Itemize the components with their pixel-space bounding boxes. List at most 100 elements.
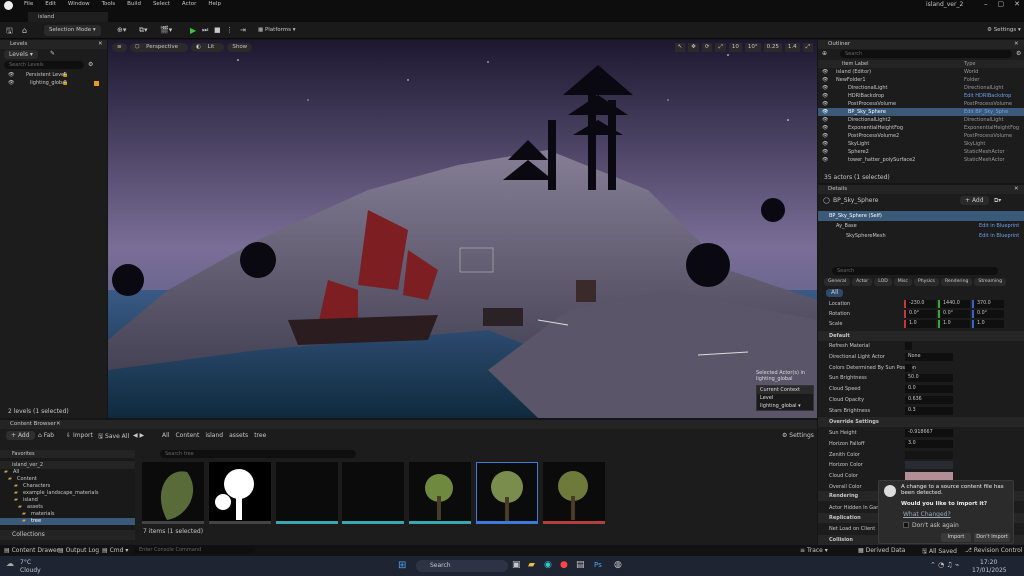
levels-dropdown[interactable]: Levels ▾ bbox=[4, 50, 38, 59]
camera-speed-value[interactable]: 1.4 bbox=[784, 43, 800, 52]
lock-icon[interactable]: 🔒 bbox=[62, 71, 68, 79]
menu-item[interactable]: Window bbox=[68, 1, 90, 7]
outliner-row[interactable]: 👁 HDRIBackdrop Edit HDRIBackdrop bbox=[818, 92, 1024, 100]
viewport-options-button[interactable]: ≡ bbox=[112, 43, 127, 52]
folder-tree-item[interactable]: ▰ tree bbox=[0, 518, 135, 525]
asset-thumbnail[interactable] bbox=[209, 462, 271, 524]
launch-icon[interactable]: ⇥ bbox=[240, 25, 246, 36]
task-view-icon[interactable]: ▣ bbox=[512, 560, 521, 570]
eye-icon[interactable]: 👁 bbox=[822, 116, 828, 124]
folder-tree-item[interactable]: ▰ materials bbox=[0, 511, 135, 518]
cinematics-icon[interactable]: 🎬▾ bbox=[160, 25, 172, 36]
level-viewport[interactable]: ≡ ⬡ Perspective ◐ Lit Show ↖ ✥ ⟳ ⤢ 10 10… bbox=[108, 40, 817, 418]
blueprint-icon[interactable]: ⧉▾ bbox=[139, 25, 148, 36]
what-changed-link[interactable]: What Changed? bbox=[903, 511, 951, 518]
transform-label[interactable]: Scale bbox=[829, 319, 842, 329]
folder-tree-item[interactable]: ▰ Characters bbox=[0, 483, 135, 490]
color-swatch[interactable] bbox=[905, 450, 953, 459]
grid-snap-value[interactable]: 10 bbox=[728, 43, 742, 52]
eye-icon[interactable]: 👁 bbox=[822, 156, 828, 164]
store-icon[interactable]: ▤ bbox=[576, 560, 585, 570]
chrome-icon[interactable]: ● bbox=[560, 560, 568, 570]
col-type[interactable]: Type bbox=[964, 60, 975, 68]
trace-button[interactable]: ≡ Trace ▾ bbox=[800, 547, 828, 554]
menu-item[interactable]: Select bbox=[153, 1, 170, 7]
settings-icon[interactable]: ⚙ bbox=[1016, 50, 1021, 57]
unreal-taskbar-icon[interactable]: ◍ bbox=[614, 560, 622, 570]
outliner-row[interactable]: 👁 DirectionalLight2 DirectionalLight bbox=[818, 116, 1024, 124]
asset-thumbnail[interactable] bbox=[409, 462, 471, 524]
folder-tree-item[interactable]: ▰ island bbox=[0, 497, 135, 504]
start-icon[interactable]: ⊞ bbox=[398, 560, 406, 571]
perspective-button[interactable]: ⬡ Perspective bbox=[129, 43, 189, 52]
dont-import-button[interactable]: Don't Import bbox=[974, 533, 1010, 542]
eye-icon[interactable]: 👁 bbox=[822, 100, 828, 108]
level-dropdown[interactable]: lighting_global ▾ bbox=[757, 402, 813, 410]
menu-item[interactable]: Help bbox=[208, 1, 221, 7]
menu-item[interactable]: Tools bbox=[102, 1, 116, 7]
prop-value-field[interactable]: None bbox=[905, 352, 953, 361]
component-row[interactable]: Ay_Base Edit in Blueprint bbox=[818, 221, 1024, 231]
weather-icon[interactable]: ☁ bbox=[6, 559, 14, 568]
play-icon[interactable]: ▶ bbox=[190, 25, 196, 36]
tab-island[interactable]: island bbox=[28, 12, 108, 22]
save-all-button[interactable]: 🖫 Save All bbox=[98, 432, 129, 442]
eye-icon[interactable]: 👁 bbox=[822, 148, 828, 156]
transform-x-field[interactable]: 1.0 bbox=[904, 320, 936, 328]
lit-button[interactable]: ◐ Lit bbox=[191, 43, 225, 52]
component-row[interactable]: SkySphereMesh Edit in Blueprint bbox=[818, 231, 1024, 241]
cmd-button[interactable]: ▤ Cmd ▾ bbox=[102, 547, 128, 554]
details-tab[interactable]: Physics bbox=[913, 278, 939, 286]
outliner-row[interactable]: 👁 PostProcessVolume PostProcessVolume bbox=[818, 100, 1024, 108]
edit-in-blueprint-link[interactable]: Edit in Blueprint bbox=[979, 221, 1019, 231]
level-color-swatch[interactable] bbox=[94, 81, 99, 86]
transform-label[interactable]: Location bbox=[829, 299, 850, 309]
selection-mode-button[interactable]: Selection Mode ▾ bbox=[44, 25, 101, 36]
minimize-icon[interactable]: – bbox=[984, 0, 988, 8]
play-options-icon[interactable]: ⋮ bbox=[226, 25, 233, 36]
show-button[interactable]: Show bbox=[227, 43, 253, 52]
prop-value-field[interactable]: 0.636 bbox=[905, 396, 953, 404]
eye-icon[interactable]: 👁 bbox=[822, 140, 828, 148]
level-row[interactable]: 👁 lighting_global 🔒 bbox=[0, 79, 107, 87]
maximize-viewport-icon[interactable]: ⤢ bbox=[802, 43, 813, 52]
eye-icon[interactable]: 👁 bbox=[822, 68, 828, 76]
menu-item[interactable]: Edit bbox=[45, 1, 56, 7]
transform-z-field[interactable]: 370.0 bbox=[972, 300, 1004, 308]
add-component-button[interactable]: + Add bbox=[960, 196, 989, 205]
details-tab[interactable]: Misc bbox=[893, 278, 912, 286]
transform-y-field[interactable]: 1.0 bbox=[938, 320, 970, 328]
collections-header[interactable]: Collections bbox=[0, 530, 135, 540]
save-icon[interactable]: 🖫 bbox=[6, 25, 13, 36]
transform-y-field[interactable]: 0.0° bbox=[938, 310, 970, 318]
prop-checkbox[interactable] bbox=[905, 363, 912, 372]
project-header[interactable]: island_ver_2 bbox=[0, 461, 135, 469]
rotation-snap-value[interactable]: 10° bbox=[744, 43, 761, 52]
platforms-button[interactable]: ▦ Platforms ▾ bbox=[258, 25, 296, 36]
close-icon[interactable]: ✕ bbox=[1014, 0, 1020, 8]
outliner-row[interactable]: 👁 SkyLight SkyLight bbox=[818, 140, 1024, 148]
photoshop-icon[interactable]: Ps bbox=[594, 561, 602, 569]
settings-button[interactable]: ⚙ Settings ▾ bbox=[987, 25, 1021, 36]
eye-icon[interactable]: 👁 bbox=[8, 79, 14, 87]
eye-icon[interactable]: 👁 bbox=[822, 132, 828, 140]
eye-icon[interactable]: 👁 bbox=[822, 124, 828, 132]
folder-tree-item[interactable]: ▰ example_landscape_materials bbox=[0, 490, 135, 497]
cb-settings-button[interactable]: ⚙ Settings bbox=[782, 432, 814, 439]
eye-icon[interactable]: 👁 bbox=[822, 84, 828, 92]
prop-checkbox[interactable] bbox=[905, 342, 912, 350]
prop-value-field[interactable]: -0.918667 bbox=[905, 429, 953, 437]
override-section-header[interactable]: Override Settings bbox=[818, 417, 1024, 427]
eye-icon[interactable]: 👁 bbox=[822, 92, 828, 100]
asset-thumbnail[interactable] bbox=[342, 462, 404, 524]
modes-icon[interactable]: ⌂ bbox=[22, 25, 27, 36]
breadcrumb-item[interactable]: tree bbox=[254, 432, 266, 439]
transform-y-field[interactable]: 1440.0 bbox=[938, 300, 970, 308]
import-button[interactable]: ⇩ Import bbox=[66, 432, 93, 439]
revision-control-button[interactable]: ⎇ Revision Control bbox=[965, 547, 1023, 554]
outliner-row[interactable]: 👁 PostProcessVolume2 PostProcessVolume bbox=[818, 132, 1024, 140]
outliner-search-input[interactable]: Search bbox=[840, 50, 1012, 58]
breadcrumb-item[interactable]: Content bbox=[175, 432, 199, 439]
menu-item[interactable]: Actor bbox=[182, 1, 196, 7]
derived-data-button[interactable]: ▦ Derived Data bbox=[858, 547, 905, 554]
